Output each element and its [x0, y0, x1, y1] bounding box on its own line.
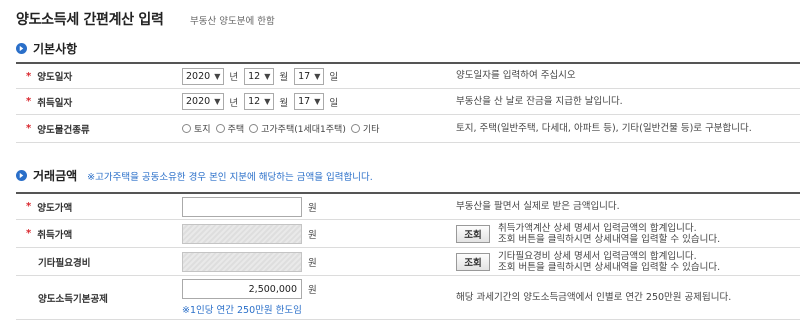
radio-circle-icon: [215, 124, 225, 133]
acquisition-year-select[interactable]: 2020 ▼: [182, 93, 225, 110]
transfer-date-label: 양도일자: [37, 72, 73, 83]
acquisition-price-input: [182, 223, 302, 244]
property-type-label: 양도물건종류: [37, 124, 90, 136]
chevron-down-icon: ▼: [214, 97, 221, 106]
radio-circle-icon: [182, 124, 191, 133]
trade-form-table: * 양도가액 원 부동산을 팔면서 실제로 받은 금액입니다. * 취득가액 원 조…: [16, 192, 800, 320]
trade-section-header: 거래금액 ※고가주택을 공동소유한 경우 본인 지분에 해당하는 금액을 입력합…: [16, 167, 373, 184]
basic-deduction-desc: 해당 과세기간의 양도소득금액에서 인별로 연간 250만원 공제됩니다.: [456, 291, 732, 303]
basic-section-header: 기본사항: [16, 40, 77, 57]
deduction-limit-note: ※1인당 연간 250만원 한도임: [182, 305, 302, 316]
chevron-down-icon: ▼: [314, 71, 321, 81]
day-unit: 일: [329, 72, 339, 83]
sale-price-label: 양도가액: [37, 202, 73, 214]
won-unit: 원: [308, 257, 317, 269]
chevron-down-icon: ▼: [264, 71, 271, 81]
acquisition-price-row: * 취득가액 원 조회 취득가액계산 상세 명세서 입력금액의 합계입니다. 조회…: [16, 220, 800, 248]
transfer-date-row: * 양도일자 2020 ▼ 년 12 ▼ 월 17 ▼ 일 양도일자를 입력하여 주십시…: [16, 64, 800, 89]
acquisition-price-label: 취득가액: [37, 229, 73, 241]
other-expense-input: [182, 251, 302, 272]
acquisition-price-desc-2: 조회 버튼을 클릭하시면 상세내역을 입력할 수 있습니다.: [498, 233, 721, 245]
required-icon: *: [26, 70, 32, 82]
radio-luxury-house[interactable]: 고가주택(1세대1주택): [249, 122, 346, 135]
basic-section-title: 기본사항: [33, 42, 78, 56]
other-expense-desc-2: 조회 버튼을 클릭하시면 상세내역을 입력할 수 있습니다.: [498, 261, 721, 273]
chevron-down-icon: ▼: [314, 97, 321, 106]
acquisition-month-select[interactable]: 12 ▼: [244, 93, 275, 110]
transfer-day-select[interactable]: 17 ▼: [294, 67, 325, 85]
acquisition-price-desc-1: 취득가액계산 상세 명세서 입력금액의 합계입니다.: [498, 222, 697, 234]
acquisition-day-select[interactable]: 17 ▼: [294, 93, 325, 110]
sale-price-desc: 부동산을 팔면서 실제로 받은 금액입니다.: [456, 200, 620, 212]
month-unit: 월: [279, 72, 289, 83]
arrow-right-icon: [16, 43, 27, 54]
acquisition-lookup-button[interactable]: 조회: [456, 224, 490, 243]
basic-deduction-row: 양도소득기본공제 2,500,000 원 ※1인당 연간 250만원 한도임 해…: [16, 276, 800, 320]
radio-house[interactable]: 주택: [215, 122, 244, 135]
chevron-down-icon: ▼: [264, 97, 271, 106]
sale-price-row: * 양도가액 원 부동산을 팔면서 실제로 받은 금액입니다.: [16, 194, 800, 220]
basic-form-table: * 양도일자 2020 ▼ 년 12 ▼ 월 17 ▼ 일 양도일자를 입력하여 주십시…: [16, 62, 800, 143]
won-unit: 원: [308, 229, 317, 241]
acquisition-date-label: 취득일자: [37, 97, 73, 109]
acquisition-date-row: * 취득일자 2020 ▼ 년 12 ▼ 월 17 ▼ 일 부동산을 산 날로 잔금을 …: [16, 89, 800, 115]
transfer-month-select[interactable]: 12 ▼: [244, 67, 275, 85]
radio-circle-icon: [249, 124, 259, 133]
page-title: 양도소득세 간편계산 입력: [16, 12, 164, 28]
month-unit: 월: [279, 97, 289, 109]
won-unit: 원: [308, 285, 317, 296]
radio-other[interactable]: 기타: [350, 122, 379, 135]
transfer-date-desc: 양도일자를 입력하여 주십시오: [456, 70, 576, 81]
year-unit: 년: [229, 72, 239, 83]
other-expense-desc-1: 기타필요경비 상세 명세서 입력금액의 합계입니다.: [498, 250, 697, 262]
property-type-row: * 양도물건종류 토지 주택 고가주택(1세대1주택) 기타 토지, 주택(일반주…: [16, 115, 800, 143]
radio-land[interactable]: 토지: [182, 122, 211, 135]
other-expense-label: 기타필요경비: [38, 257, 91, 269]
chevron-down-icon: ▼: [214, 71, 221, 81]
required-icon: *: [26, 96, 32, 107]
other-expense-row: 기타필요경비 원 조회 기타필요경비 상세 명세서 입력금액의 합계입니다. 조…: [16, 248, 800, 276]
year-unit: 년: [229, 97, 239, 109]
page-subtitle: 부동산 양도분에 한함: [190, 16, 275, 27]
acquisition-date-desc: 부동산을 산 날로 잔금을 지급한 날입니다.: [456, 95, 623, 107]
property-type-desc: 토지, 주택(일반주택, 다세대, 아파트 등), 기타(일반건물 등)로 구분…: [456, 122, 752, 134]
trade-section-title: 거래금액: [33, 169, 78, 183]
arrow-right-icon: [16, 170, 27, 181]
required-icon: *: [26, 123, 32, 134]
radio-circle-icon: [350, 124, 360, 133]
sale-price-input[interactable]: [182, 196, 302, 217]
won-unit: 원: [308, 202, 317, 214]
required-icon: *: [26, 228, 32, 239]
basic-deduction-label: 양도소득기본공제: [38, 293, 108, 305]
trade-section-note: ※고가주택을 공동소유한 경우 본인 지분에 해당하는 금액을 입력합니다.: [87, 171, 373, 183]
expense-lookup-button[interactable]: 조회: [456, 252, 490, 271]
day-unit: 일: [329, 97, 339, 109]
basic-deduction-input[interactable]: 2,500,000: [182, 279, 302, 299]
transfer-year-select[interactable]: 2020 ▼: [182, 67, 225, 85]
required-icon: *: [26, 201, 32, 212]
